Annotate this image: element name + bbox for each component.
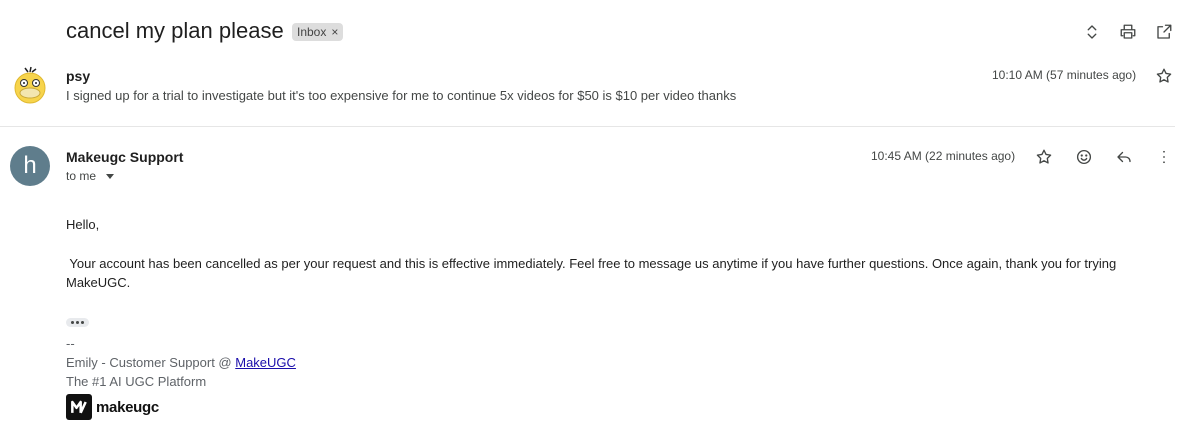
reply-icon[interactable] xyxy=(1112,145,1136,169)
sender-name[interactable]: Makeugc Support xyxy=(66,149,183,165)
email-paragraph-line-1: Your account has been cancelled as per y… xyxy=(66,256,1117,271)
message-time: 10:45 AM (22 minutes ago) xyxy=(871,149,1016,163)
more-options-icon[interactable] xyxy=(1152,145,1176,169)
recipient-text: to me xyxy=(66,169,97,183)
dot xyxy=(71,321,74,324)
signature-name: Emily - Customer Support @ MakeUGC xyxy=(66,353,296,372)
message-time: 10:10 AM (57 minutes ago) xyxy=(992,68,1137,82)
show-trimmed-content-button[interactable] xyxy=(66,318,89,327)
label-text: Inbox xyxy=(297,25,327,39)
print-icon[interactable] xyxy=(1116,20,1140,44)
message-divider xyxy=(0,126,1175,127)
expand-collapse-icon[interactable] xyxy=(1080,20,1104,44)
star-icon[interactable] xyxy=(1152,64,1176,88)
makeugc-link[interactable]: MakeUGC xyxy=(235,355,296,370)
email-paragraph-line-2: MakeUGC. xyxy=(66,275,131,290)
makeugc-logo-mark-icon xyxy=(66,394,92,420)
inbox-label-chip: Inbox × xyxy=(292,23,344,41)
dot xyxy=(76,321,79,324)
signature-name-text: Emily - Customer Support @ xyxy=(66,355,236,370)
email-subject: cancel my plan please xyxy=(66,18,284,43)
signature-separator: -- xyxy=(66,336,75,351)
sender-name[interactable]: psy xyxy=(66,68,90,84)
dot xyxy=(81,321,84,324)
sender-avatar-psyduck xyxy=(10,66,50,106)
message-snippet[interactable]: I signed up for a trial to investigate b… xyxy=(66,88,736,103)
sender-avatar: h xyxy=(10,146,50,186)
star-icon[interactable] xyxy=(1032,145,1056,169)
makeugc-logo-text: makeugc xyxy=(96,398,159,416)
emoji-reaction-icon[interactable] xyxy=(1072,145,1096,169)
recipient-details-toggle[interactable]: to me xyxy=(66,169,115,183)
chevron-down-icon xyxy=(106,173,115,179)
remove-label-button[interactable]: × xyxy=(331,23,338,41)
email-greeting: Hello, xyxy=(66,217,100,232)
makeugc-logo: makeugc xyxy=(66,394,159,420)
open-new-window-icon[interactable] xyxy=(1152,20,1176,44)
signature-tagline: The #1 AI UGC Platform xyxy=(66,374,207,389)
